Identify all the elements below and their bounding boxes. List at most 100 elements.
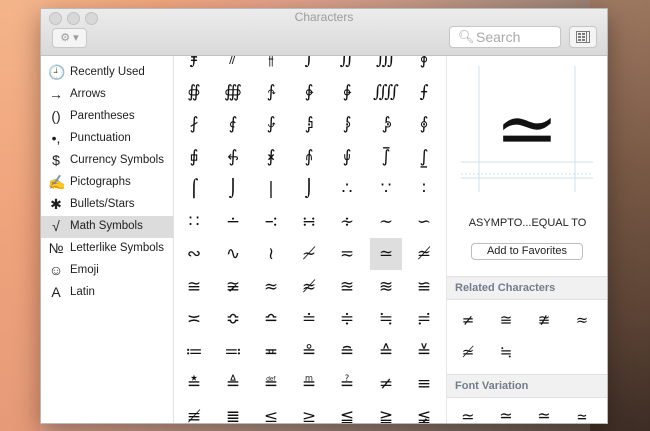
character-cell[interactable]: ≘ — [331, 336, 363, 368]
related-character[interactable]: ≈ — [567, 306, 597, 334]
character-cell[interactable]: ≏ — [255, 303, 287, 335]
character-cell[interactable]: ≢ — [178, 401, 210, 424]
character-cell[interactable]: ∬ — [331, 56, 363, 75]
character-cell[interactable]: ≂ — [331, 238, 363, 270]
character-cell[interactable]: ⨎ — [178, 56, 210, 75]
character-cell[interactable]: ⌠ — [178, 173, 210, 205]
character-cell[interactable]: ⨖ — [178, 141, 210, 173]
character-cell[interactable]: ≓ — [408, 303, 440, 335]
character-cell[interactable]: ⨒ — [293, 108, 325, 140]
sidebar-item-emoji[interactable]: ☺ Emoji — [41, 260, 173, 282]
character-cell[interactable]: ⌡ — [293, 173, 325, 205]
character-cell[interactable]: ∿ — [217, 238, 249, 270]
character-cell[interactable]: ∴ — [331, 173, 363, 205]
character-cell[interactable]: ⨚ — [331, 141, 363, 173]
character-cell[interactable]: ⨙ — [293, 141, 325, 173]
character-cell[interactable]: ≑ — [331, 303, 363, 335]
search-input[interactable] — [476, 28, 556, 45]
character-cell[interactable]: ⨔ — [370, 108, 402, 140]
character-cell[interactable]: ≡ — [408, 368, 440, 400]
sidebar-item-currency-symbols[interactable]: $ Currency Symbols — [41, 150, 173, 172]
related-character[interactable]: ≠ — [453, 306, 483, 334]
character-cell[interactable]: ∭ — [370, 56, 402, 75]
character-cell[interactable]: ≁ — [293, 238, 325, 270]
character-cell[interactable]: ≞ — [293, 368, 325, 400]
font-variation-glyph[interactable]: ≃ — [529, 403, 559, 423]
character-cell[interactable]: ⨘ — [255, 141, 287, 173]
character-cell[interactable]: ≠ — [370, 368, 402, 400]
character-cell[interactable]: ⨗ — [217, 141, 249, 173]
character-cell[interactable]: ≝ — [255, 368, 287, 400]
sidebar-item-latin[interactable]: A Latin — [41, 282, 173, 304]
sidebar-item-parentheses[interactable]: () Parentheses — [41, 106, 173, 128]
character-cell[interactable]: ≨ — [408, 401, 440, 424]
character-cell[interactable]: ⨑ — [255, 108, 287, 140]
character-cell[interactable]: ∽ — [408, 206, 440, 238]
character-cell[interactable]: ≦ — [331, 401, 363, 424]
character-cell[interactable]: ∱ — [255, 76, 287, 108]
character-cell[interactable]: ≙ — [370, 336, 402, 368]
font-variation-glyph[interactable]: ≃ — [491, 403, 521, 423]
character-cell[interactable]: ≈ — [255, 271, 287, 303]
character-cell[interactable]: ≧ — [370, 401, 402, 424]
character-cell[interactable]: ≛ — [178, 368, 210, 400]
character-cell[interactable]: ≕ — [217, 336, 249, 368]
character-cell[interactable]: ⨍ — [408, 76, 440, 108]
character-cell[interactable]: ≃ — [370, 238, 402, 270]
character-cell[interactable]: ∰ — [217, 76, 249, 108]
character-cell[interactable]: ≔ — [178, 336, 210, 368]
character-cell[interactable]: ∫ — [293, 56, 325, 75]
character-cell[interactable]: ∻ — [331, 206, 363, 238]
character-cell[interactable]: ∶ — [408, 173, 440, 205]
related-character[interactable]: ≄ — [453, 338, 483, 366]
character-cell[interactable]: ≄ — [408, 238, 440, 270]
add-to-favorites-button[interactable]: Add to Favorites — [471, 243, 583, 260]
character-cell[interactable]: ≤ — [255, 401, 287, 424]
character-cell[interactable]: ≅ — [178, 271, 210, 303]
related-character[interactable]: ≇ — [529, 306, 559, 334]
character-cell[interactable]: ≣ — [217, 401, 249, 424]
character-cell[interactable]: ∹ — [255, 206, 287, 238]
related-character[interactable]: ≒ — [491, 338, 521, 366]
sidebar-item-punctuation[interactable]: •, Punctuation — [41, 128, 173, 150]
character-cell[interactable]: ∺ — [293, 206, 325, 238]
character-cell[interactable]: ≗ — [293, 336, 325, 368]
sidebar-item-math-symbols[interactable]: √ Math Symbols — [41, 216, 173, 238]
character-cell[interactable]: ≋ — [370, 271, 402, 303]
character-cell[interactable]: ≜ — [217, 368, 249, 400]
character-cell[interactable]: ⨛ — [370, 141, 402, 173]
search-field[interactable]: 🔍︎ — [449, 26, 561, 48]
character-cell[interactable]: ≀ — [255, 238, 287, 270]
character-cell[interactable]: ≖ — [255, 336, 287, 368]
character-cell[interactable]: ∷ — [178, 206, 210, 238]
sidebar-item-recently-used[interactable]: 🕘 Recently Used — [41, 62, 173, 84]
character-cell[interactable]: ⨕ — [408, 108, 440, 140]
gear-menu-button[interactable]: ⚙ ▾ — [52, 28, 87, 48]
character-cell[interactable]: ∵ — [370, 173, 402, 205]
character-cell[interactable]: ≥ — [293, 401, 325, 424]
character-grid-view-button[interactable] — [569, 26, 597, 48]
character-cell[interactable]: | — [255, 173, 287, 205]
sidebar-item-arrows[interactable]: → Arrows — [41, 84, 173, 106]
character-cell[interactable]: ≚ — [408, 336, 440, 368]
character-cell[interactable]: ∾ — [178, 238, 210, 270]
character-cell[interactable]: ∼ — [370, 206, 402, 238]
sidebar-item-pictographs[interactable]: ✍ Pictographs — [41, 172, 173, 194]
font-variation-glyph[interactable]: ≃ — [453, 403, 483, 423]
character-cell[interactable]: ≍ — [178, 303, 210, 335]
character-cell[interactable]: ≊ — [331, 271, 363, 303]
character-cell[interactable]: ≆ — [217, 271, 249, 303]
character-cell[interactable]: ∯ — [178, 76, 210, 108]
character-cell[interactable]: ≉ — [293, 271, 325, 303]
character-cell[interactable]: ∮ — [408, 56, 440, 75]
character-cell[interactable]: ⨏ — [178, 108, 210, 140]
character-cell[interactable]: ⫲ — [255, 56, 287, 75]
character-cell[interactable]: ≟ — [331, 368, 363, 400]
character-cell[interactable]: ∲ — [293, 76, 325, 108]
character-cell[interactable]: ∸ — [217, 206, 249, 238]
font-variation-glyph[interactable]: ≃ — [567, 403, 597, 423]
character-cell[interactable]: ≌ — [408, 271, 440, 303]
character-cell[interactable]: ⨐ — [217, 108, 249, 140]
character-cell[interactable]: ≎ — [217, 303, 249, 335]
character-cell[interactable]: ⨓ — [331, 108, 363, 140]
